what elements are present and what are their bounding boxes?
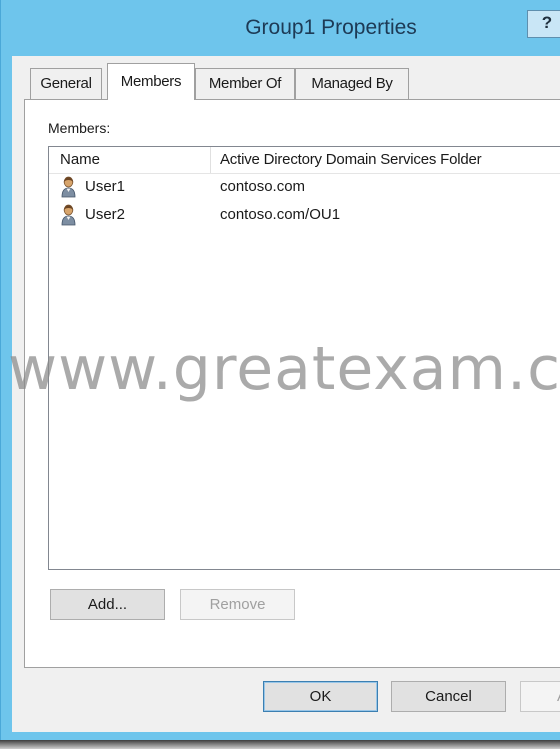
member-folder: contoso.com/OU1 <box>220 206 341 223</box>
member-name: User1 <box>85 178 126 195</box>
title-bar[interactable]: Group1 Properties <box>1 0 560 58</box>
members-label: Members: <box>48 120 111 136</box>
apply-button[interactable]: A <box>520 681 560 712</box>
help-button[interactable]: ? <box>527 10 560 38</box>
user-icon <box>61 176 79 198</box>
column-header-folder[interactable]: Active Directory Domain Services Folder <box>220 151 482 168</box>
tab-member-of[interactable]: Member Of <box>195 68 295 99</box>
cancel-button[interactable]: Cancel <box>391 681 506 712</box>
tab-general[interactable]: General <box>30 68 102 99</box>
remove-button[interactable]: Remove <box>180 589 295 620</box>
user-icon <box>61 204 79 226</box>
ok-button[interactable]: OK <box>263 681 378 712</box>
member-name: User2 <box>85 206 126 223</box>
tab-members[interactable]: Members <box>107 63 195 100</box>
list-header: Name Active Directory Domain Services Fo… <box>49 147 560 174</box>
tab-managed-by[interactable]: Managed By <box>295 68 409 99</box>
list-item[interactable]: User1 contoso.com <box>49 175 560 201</box>
dialog-title: Group1 Properties <box>245 16 417 39</box>
window-bottom-edge <box>0 740 560 749</box>
column-header-name[interactable]: Name <box>60 151 100 168</box>
list-item[interactable]: User2 contoso.com/OU1 <box>49 203 560 229</box>
add-button[interactable]: Add... <box>50 589 165 620</box>
column-divider[interactable] <box>210 147 211 173</box>
watermark-text: www.greatexam.c <box>8 334 560 404</box>
member-folder: contoso.com <box>220 178 306 195</box>
